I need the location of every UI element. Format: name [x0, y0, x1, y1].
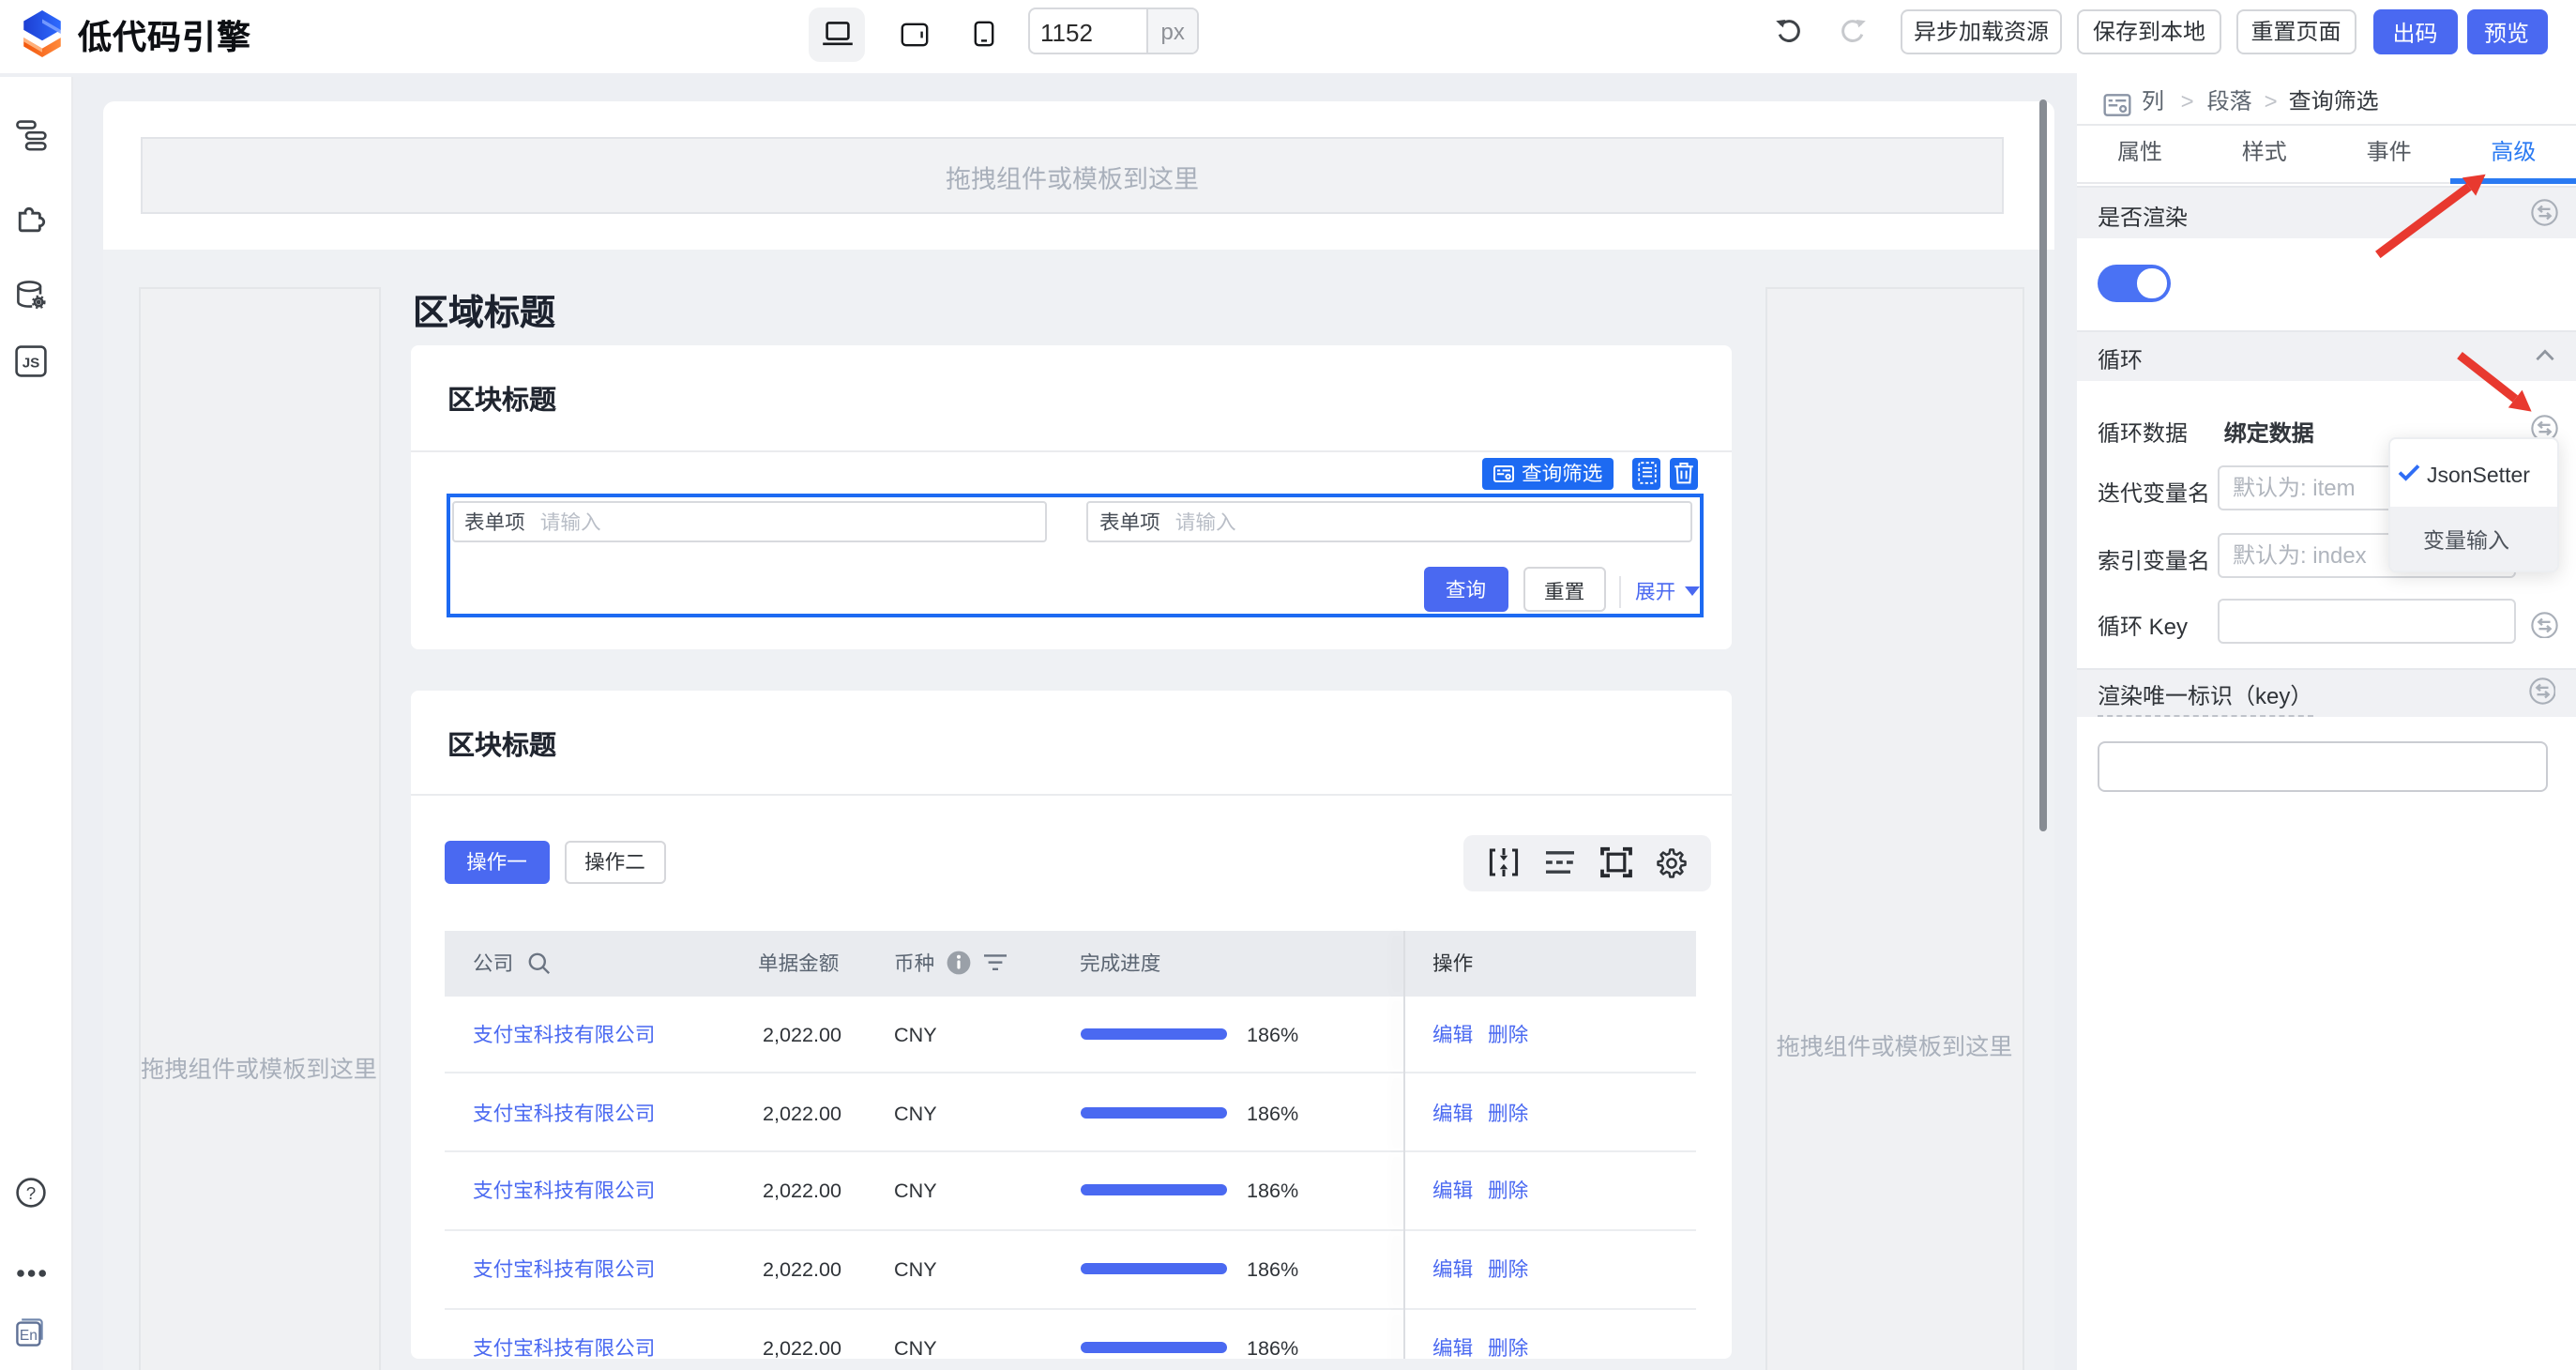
- svg-text:JS: JS: [23, 355, 40, 371]
- svg-text:?: ?: [26, 1183, 36, 1203]
- svg-text:En: En: [20, 1328, 38, 1344]
